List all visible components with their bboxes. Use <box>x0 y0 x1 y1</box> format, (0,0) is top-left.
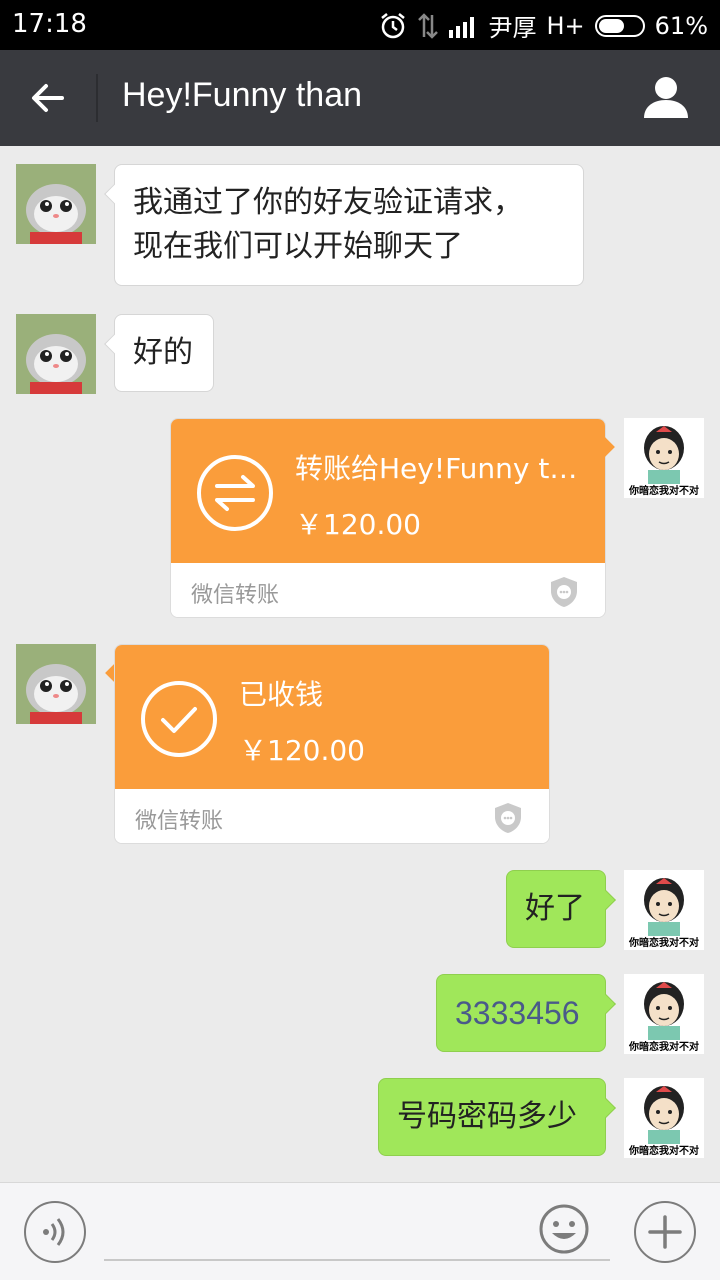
message-text: 我通过了你的好友验证请求， 现在我们可以开始聊天了 <box>133 185 523 264</box>
transfer-exchange-icon <box>197 455 273 531</box>
contact-avatar[interactable] <box>16 644 96 724</box>
transfer-card-footer: 微信转账 <box>115 789 549 843</box>
self-avatar[interactable]: 你暗恋我对不对 <box>624 974 704 1054</box>
voice-icon <box>43 1218 65 1246</box>
self-avatar[interactable]: 你暗恋我对不对 <box>624 1078 704 1158</box>
transfer-card-top: 转账给Hey!Funny t… ￥120.00 <box>171 419 605 563</box>
message-input[interactable] <box>104 1259 610 1261</box>
transfer-card-footer: 微信转账 <box>171 563 605 617</box>
battery-fill <box>598 18 625 33</box>
signal-icon <box>448 14 479 38</box>
transfer-title: 转账给Hey!Funny t… <box>295 452 578 485</box>
transfer-card[interactable]: 已收钱 ￥120.00 微信转账 <box>114 644 550 844</box>
status-right: 尹厚 H+ 61% <box>379 8 708 43</box>
more-button[interactable] <box>634 1201 696 1263</box>
plus-icon <box>648 1215 682 1249</box>
status-time: 17:18 <box>12 9 87 39</box>
message-text: 好的 <box>133 335 193 370</box>
avatar-caption: 你暗恋我对不对 <box>629 486 699 497</box>
status-bar: 17:18 尹厚 H+ 61% <box>0 0 720 50</box>
message-bubble[interactable]: 好的 <box>104 314 214 392</box>
data-transfer-icon <box>417 12 439 39</box>
chat-header: Hey!Funny than <box>0 50 720 146</box>
carrier-label: 尹厚 <box>488 14 537 42</box>
contact-avatar[interactable] <box>16 164 96 244</box>
message-list[interactable]: 我通过了你的好友验证请求， 现在我们可以开始聊天了 好的 转账给Hey!Funn… <box>0 146 720 1182</box>
voice-button[interactable] <box>24 1201 86 1263</box>
battery-percent: 61% <box>654 11 708 40</box>
input-bar <box>0 1182 720 1280</box>
back-button[interactable] <box>20 70 76 126</box>
transfer-footer-label: 微信转账 <box>191 583 280 608</box>
checkmark-circle-icon <box>141 681 217 757</box>
network-type: H+ <box>546 11 585 40</box>
avatar-caption: 你暗恋我对不对 <box>629 1146 699 1157</box>
shield-icon <box>495 803 521 833</box>
transfer-footer-label: 微信转账 <box>135 809 224 834</box>
alarm-icon <box>379 12 407 40</box>
chat-title: Hey!Funny than <box>122 76 363 114</box>
emoji-button[interactable] <box>538 1203 590 1255</box>
transfer-amount: ￥120.00 <box>295 508 421 541</box>
battery-icon <box>594 14 645 37</box>
message-text: 3333456 <box>455 995 580 1031</box>
message-bubble[interactable]: 好了 <box>506 870 616 948</box>
contact-avatar[interactable] <box>16 314 96 394</box>
transfer-amount: ￥120.00 <box>239 734 365 767</box>
profile-button[interactable] <box>642 74 690 122</box>
shield-icon <box>551 577 577 607</box>
avatar-caption: 你暗恋我对不对 <box>629 938 699 949</box>
message-bubble[interactable]: 号码密码多少 <box>378 1078 616 1156</box>
message-bubble[interactable]: 我通过了你的好友验证请求， 现在我们可以开始聊天了 <box>104 164 584 286</box>
transfer-card[interactable]: 转账给Hey!Funny t… ￥120.00 微信转账 <box>170 418 606 618</box>
transfer-title: 已收钱 <box>239 678 324 711</box>
avatar-caption: 你暗恋我对不对 <box>629 1042 699 1053</box>
message-bubble[interactable]: 3333456 <box>436 974 616 1052</box>
person-icon <box>644 77 688 118</box>
message-text: 号码密码多少 <box>397 1099 577 1134</box>
back-arrow-icon <box>32 84 64 112</box>
self-avatar[interactable]: 你暗恋我对不对 <box>624 870 704 950</box>
self-avatar[interactable]: 你暗恋我对不对 <box>624 418 704 498</box>
message-text: 好了 <box>525 891 585 926</box>
header-divider <box>96 74 98 122</box>
transfer-card-top: 已收钱 ￥120.00 <box>115 645 549 789</box>
